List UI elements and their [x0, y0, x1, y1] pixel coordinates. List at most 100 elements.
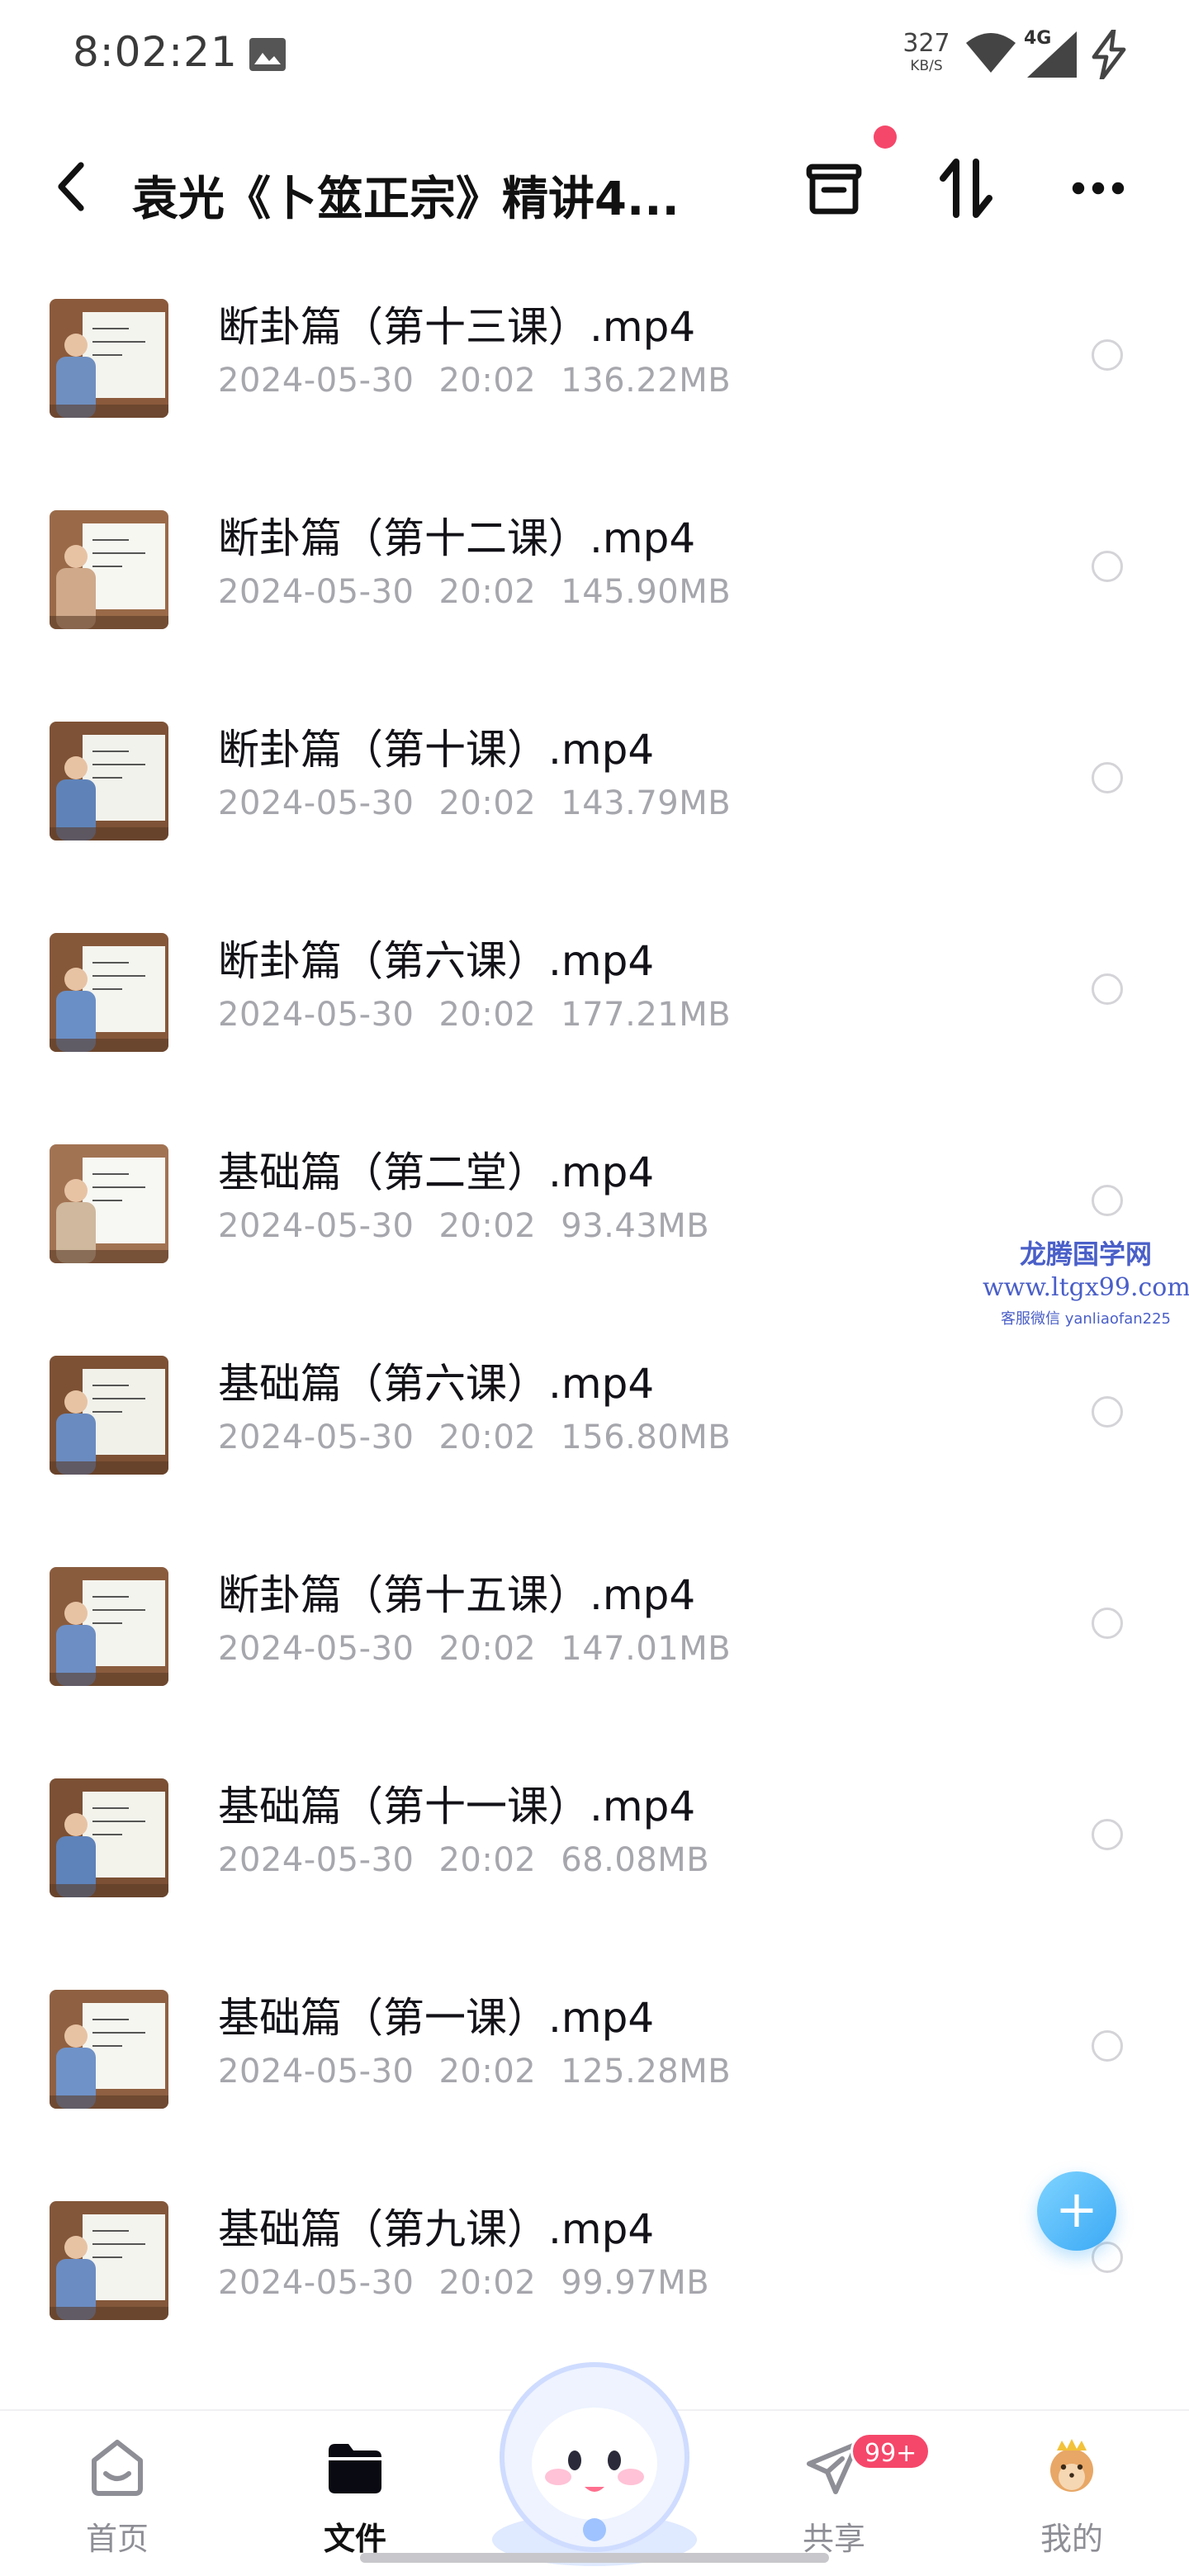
nav-home[interactable]: 首页 — [35, 2411, 200, 2576]
back-icon[interactable] — [48, 159, 97, 215]
notification-dot — [874, 125, 897, 149]
select-checkbox[interactable] — [1092, 1185, 1123, 1216]
nav-files-label: 文件 — [323, 2521, 386, 2557]
page-title: 袁光《卜筮正宗》精讲4... — [132, 173, 680, 226]
select-checkbox[interactable] — [1092, 551, 1123, 582]
file-size: 177.21MB — [561, 996, 732, 1034]
nav-files[interactable]: 文件 — [272, 2411, 438, 2576]
video-thumbnail — [50, 510, 168, 629]
share-badge: 99+ — [850, 2432, 931, 2470]
file-time: 20:02 — [438, 996, 537, 1034]
file-size: 125.28MB — [561, 2053, 732, 2091]
video-thumbnail — [50, 1356, 168, 1475]
file-name: 断卦篇（第十二课）.mp4 — [218, 514, 696, 562]
select-checkbox[interactable] — [1092, 339, 1123, 371]
sort-icon[interactable] — [933, 155, 999, 221]
file-name: 断卦篇（第十三课）.mp4 — [218, 303, 696, 351]
file-name: 基础篇（第九课）.mp4 — [218, 2205, 655, 2253]
select-checkbox[interactable] — [1092, 1608, 1123, 1639]
file-name: 基础篇（第一课）.mp4 — [218, 1994, 655, 2042]
nav-mine[interactable]: 我的 — [989, 2411, 1154, 2576]
file-name: 基础篇（第二堂）.mp4 — [218, 1148, 655, 1196]
list-item[interactable]: 基础篇（第九课）.mp4 2024-05-30 20:02 99.97MB — [0, 2152, 1189, 2363]
file-date: 2024-05-30 — [218, 573, 414, 611]
list-item[interactable]: 断卦篇（第十五课）.mp4 2024-05-30 20:02 147.01MB — [0, 1518, 1189, 1729]
file-date: 2024-05-30 — [218, 996, 414, 1034]
select-checkbox[interactable] — [1092, 2030, 1123, 2062]
watermark: 龙腾国学网 www.ltgx99.com 客服微信 yanliaofan225 — [983, 1238, 1189, 1328]
file-meta: 2024-05-30 20:02 156.80MB — [218, 1418, 731, 1456]
home-indicator — [360, 2553, 829, 2563]
file-size: 99.97MB — [561, 2264, 710, 2302]
file-name: 断卦篇（第六课）.mp4 — [218, 937, 655, 985]
file-date: 2024-05-30 — [218, 1841, 414, 1879]
home-icon — [92, 2440, 143, 2496]
nav-mine-label: 我的 — [1040, 2521, 1103, 2557]
file-meta: 2024-05-30 20:02 68.08MB — [218, 1841, 709, 1879]
file-date: 2024-05-30 — [218, 2053, 414, 2091]
file-name: 基础篇（第六课）.mp4 — [218, 1360, 655, 1408]
transfer-box-icon[interactable] — [801, 155, 867, 221]
file-size: 136.22MB — [561, 362, 732, 400]
file-size: 93.43MB — [561, 1207, 710, 1245]
file-name: 基础篇（第十一课）.mp4 — [218, 1783, 696, 1830]
list-item[interactable]: 断卦篇（第十课）.mp4 2024-05-30 20:02 143.79MB — [0, 672, 1189, 883]
list-item[interactable]: 断卦篇（第六课）.mp4 2024-05-30 20:02 177.21MB — [0, 883, 1189, 1095]
avatar — [1050, 2439, 1093, 2492]
video-thumbnail — [50, 1778, 168, 1897]
file-time: 20:02 — [438, 2053, 537, 2091]
video-thumbnail — [50, 722, 168, 841]
file-date: 2024-05-30 — [218, 1418, 414, 1456]
file-date: 2024-05-30 — [218, 2264, 414, 2302]
video-thumbnail — [50, 299, 168, 418]
list-item[interactable]: 基础篇（第一课）.mp4 2024-05-30 20:02 125.28MB — [0, 1940, 1189, 2152]
file-meta: 2024-05-30 20:02 136.22MB — [218, 362, 731, 400]
file-meta: 2024-05-30 20:02 93.43MB — [218, 1207, 709, 1245]
file-meta: 2024-05-30 20:02 147.01MB — [218, 1630, 731, 1668]
add-button[interactable]: + — [1037, 2171, 1116, 2251]
file-meta: 2024-05-30 20:02 145.90MB — [218, 573, 731, 611]
file-time: 20:02 — [438, 1207, 537, 1245]
file-date: 2024-05-30 — [218, 1207, 414, 1245]
select-checkbox[interactable] — [1092, 973, 1123, 1005]
file-size: 147.01MB — [561, 1630, 732, 1668]
select-checkbox[interactable] — [1092, 1396, 1123, 1428]
list-item[interactable]: 断卦篇（第十二课）.mp4 2024-05-30 20:02 145.90MB — [0, 461, 1189, 672]
file-date: 2024-05-30 — [218, 362, 414, 400]
list-item[interactable]: 基础篇（第六课）.mp4 2024-05-30 20:02 156.80MB — [0, 1306, 1189, 1518]
file-size: 143.79MB — [561, 784, 732, 822]
mascot-icon[interactable] — [479, 2345, 710, 2568]
list-item[interactable]: 断卦篇（第十三课）.mp4 2024-05-30 20:02 136.22MB — [0, 249, 1189, 461]
folder-icon — [329, 2444, 381, 2493]
plus-icon: + — [1055, 2179, 1098, 2239]
select-checkbox[interactable] — [1092, 1819, 1123, 1850]
file-date: 2024-05-30 — [218, 1630, 414, 1668]
video-thumbnail — [50, 933, 168, 1052]
nav-home-label: 首页 — [85, 2521, 149, 2557]
top-bar: 袁光《卜筮正宗》精讲4... — [0, 116, 1189, 256]
list-item[interactable]: 基础篇（第十一课）.mp4 2024-05-30 20:02 68.08MB — [0, 1729, 1189, 1940]
file-name: 断卦篇（第十课）.mp4 — [218, 726, 655, 774]
nav-share-label: 共享 — [802, 2521, 865, 2557]
video-thumbnail — [50, 1144, 168, 1263]
file-time: 20:02 — [438, 1630, 537, 1668]
file-time: 20:02 — [438, 362, 537, 400]
file-meta: 2024-05-30 20:02 177.21MB — [218, 996, 731, 1034]
file-size: 156.80MB — [561, 1418, 732, 1456]
more-icon[interactable] — [1065, 155, 1131, 221]
file-time: 20:02 — [438, 1418, 537, 1456]
file-time: 20:02 — [438, 784, 537, 822]
nav-share[interactable]: 99+ 共享 — [751, 2411, 931, 2576]
file-name: 断卦篇（第十五课）.mp4 — [218, 1571, 696, 1619]
file-time: 20:02 — [438, 573, 537, 611]
select-checkbox[interactable] — [1092, 762, 1123, 793]
file-date: 2024-05-30 — [218, 784, 414, 822]
video-thumbnail — [50, 1990, 168, 2109]
video-thumbnail — [50, 2201, 168, 2320]
file-size: 145.90MB — [561, 573, 732, 611]
video-thumbnail — [50, 1567, 168, 1686]
file-meta: 2024-05-30 20:02 143.79MB — [218, 784, 731, 822]
file-meta: 2024-05-30 20:02 99.97MB — [218, 2264, 709, 2302]
file-size: 68.08MB — [561, 1841, 710, 1879]
file-time: 20:02 — [438, 2264, 537, 2302]
